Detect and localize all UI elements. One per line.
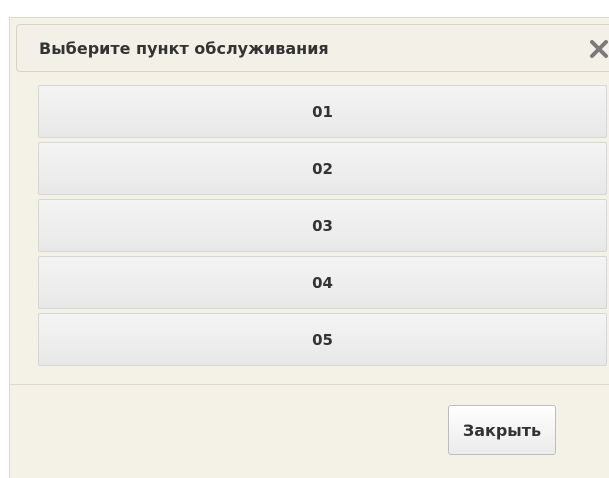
close-icon[interactable] (587, 35, 609, 61)
service-point-option-05[interactable]: 05 (38, 313, 607, 366)
service-point-option-04[interactable]: 04 (38, 256, 607, 309)
service-point-dialog: Выберите пункт обслуживания 01 02 03 04 … (9, 17, 609, 478)
dialog-titlebar: Выберите пункт обслуживания (16, 24, 609, 72)
service-point-option-01[interactable]: 01 (38, 85, 607, 138)
service-point-option-02[interactable]: 02 (38, 142, 607, 195)
service-point-list: 01 02 03 04 05 (38, 85, 607, 370)
close-button[interactable]: Закрыть (448, 405, 556, 455)
footer-divider (10, 384, 609, 385)
service-point-option-03[interactable]: 03 (38, 199, 607, 252)
dialog-title: Выберите пункт обслуживания (39, 39, 329, 58)
